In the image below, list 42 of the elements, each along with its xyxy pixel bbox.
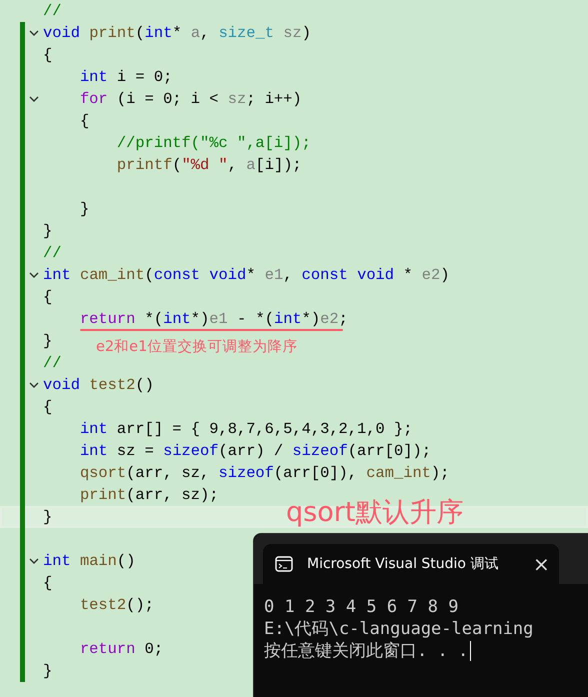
code-line: printf("%d ", a[i]); <box>116 155 302 176</box>
code-line: { <box>43 45 52 66</box>
code-line: { <box>43 573 52 594</box>
code-line: test2(); <box>78 595 154 616</box>
console-output-line: 0 1 2 3 4 5 6 7 8 9 <box>264 596 460 618</box>
fold-chevron-icon[interactable] <box>29 272 39 278</box>
fold-chevron-icon[interactable] <box>29 30 39 36</box>
annotation-text: e2和e1位置交换可调整为降序 <box>96 338 298 356</box>
code-line: return 0; <box>78 639 164 660</box>
console-output-line: E:\代码\c-language-learning <box>264 618 534 640</box>
code-line: int main() <box>43 551 136 572</box>
fold-chevron-icon[interactable] <box>29 558 39 564</box>
code-line: int sz = sizeof(arr) / sizeof(arr[0]); <box>78 441 431 462</box>
code-line: print(arr, sz); <box>78 485 218 506</box>
code-line: } <box>43 507 52 528</box>
code-line: } <box>43 221 52 242</box>
code-line: void print(int* a, size_t sz) <box>43 23 311 44</box>
console-icon <box>275 556 293 572</box>
fold-chevron-icon[interactable] <box>29 96 39 102</box>
annotation-text: qsort默认升序 <box>286 496 464 530</box>
code-line: int arr[] = { 9,8,7,6,5,4,3,2,1,0 }; <box>78 419 412 440</box>
code-line: //printf("%c ",a[i]); <box>116 133 311 154</box>
code-line: int i = 0; <box>78 67 172 88</box>
code-line: } <box>43 661 52 682</box>
code-line: return *(int*)e1 - *(int*)e2; <box>78 309 348 330</box>
code-line: } <box>78 199 90 220</box>
code-line: } <box>43 331 52 352</box>
console-output-line: 按任意键关闭此窗口. . . <box>264 640 588 662</box>
console-tab[interactable]: Microsoft Visual Studio 调试 × <box>263 544 559 584</box>
code-line: // <box>43 353 62 374</box>
code-line: int cam_int(const void* e1, const void * e2) <box>43 265 450 286</box>
code-line: { <box>43 287 52 308</box>
code-line: // <box>43 1 62 22</box>
fold-chevron-icon[interactable] <box>29 382 39 388</box>
code-line: // <box>43 243 62 264</box>
code-line: { <box>43 397 52 418</box>
code-line: void test2() <box>43 375 154 396</box>
close-button[interactable]: × <box>529 552 554 576</box>
code-line: for (i = 0; i < sz; i++) <box>78 89 302 110</box>
tab-title: Microsoft Visual Studio 调试 <box>307 555 500 573</box>
code-line: { <box>78 111 90 132</box>
code-line: qsort(arr, sz, sizeof(arr[0]), cam_int); <box>78 463 450 484</box>
